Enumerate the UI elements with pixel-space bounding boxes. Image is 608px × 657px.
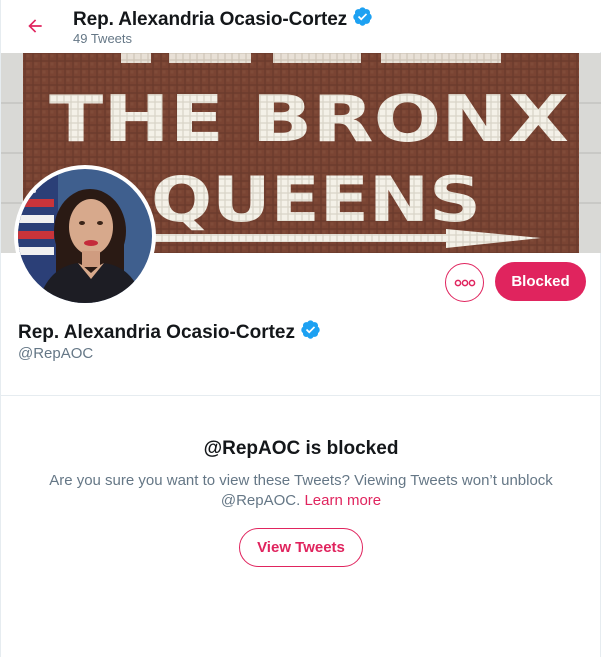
blocked-title: @RepAOC is blocked: [203, 438, 399, 459]
header-title: Rep. Alexandria Ocasio-Cortez: [73, 6, 373, 33]
blocked-text: Are you sure you want to view these Twee…: [49, 472, 553, 509]
verified-badge-icon: [300, 319, 321, 346]
profile-avatar[interactable]: [14, 165, 156, 307]
banner-line2: QUEENS: [151, 163, 481, 236]
profile-header: Rep. Alexandria Ocasio-Cortez 49 Tweets: [1, 0, 601, 52]
back-arrow-icon[interactable]: [21, 12, 49, 40]
header-name: Rep. Alexandria Ocasio-Cortez: [73, 8, 348, 30]
more-options-button[interactable]: [445, 263, 484, 302]
profile-display-name: Rep. Alexandria Ocasio-Cortez: [18, 321, 295, 343]
section-divider: [1, 395, 601, 396]
more-icon: [454, 274, 476, 292]
verified-badge-icon: [352, 6, 373, 33]
profile-page: Rep. Alexandria Ocasio-Cortez 49 Tweets: [0, 0, 601, 657]
banner-line1: THE BRONX: [49, 83, 569, 157]
avatar-photo: [18, 169, 152, 303]
learn-more-link[interactable]: Learn more: [304, 492, 381, 509]
view-tweets-button[interactable]: View Tweets: [239, 528, 363, 567]
blocked-description: Are you sure you want to view these Twee…: [31, 471, 571, 511]
blocked-button[interactable]: Blocked: [495, 262, 586, 301]
profile-handle: @RepAOC: [18, 345, 94, 362]
tweet-count: 49 Tweets: [73, 31, 133, 46]
profile-name: Rep. Alexandria Ocasio-Cortez: [18, 319, 321, 346]
